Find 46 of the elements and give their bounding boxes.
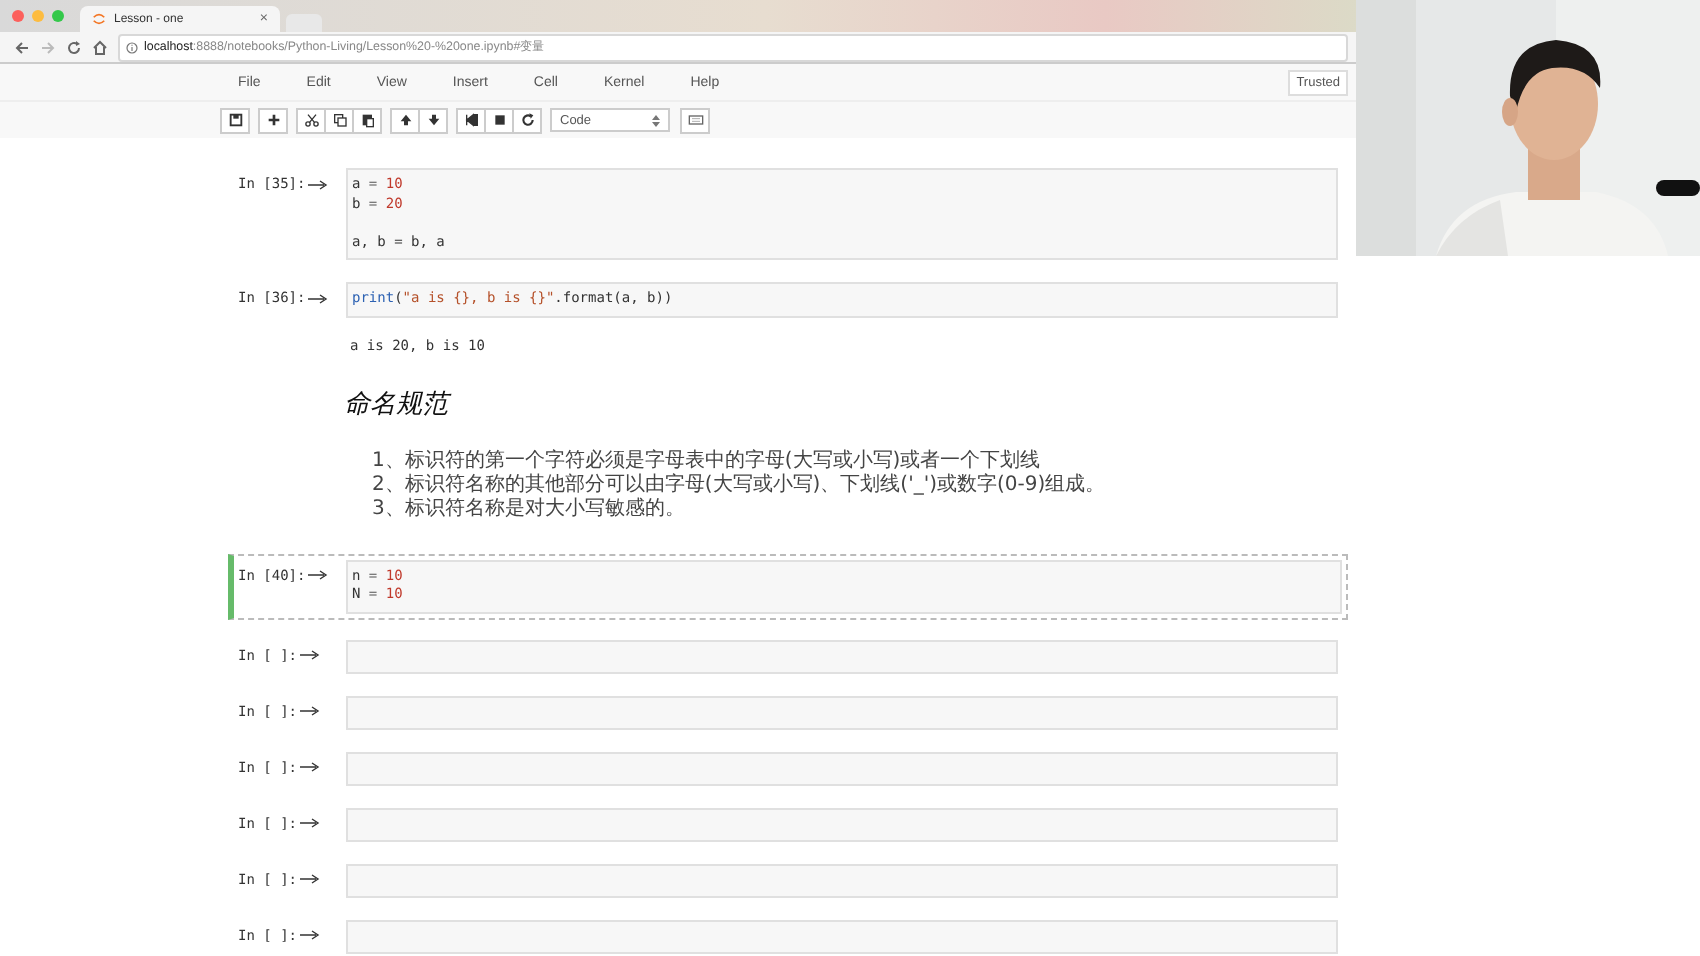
toolbar-button[interactable] xyxy=(456,107,486,133)
code-input[interactable] xyxy=(346,639,1338,673)
arrow-up-icon xyxy=(397,112,413,128)
copy-icon xyxy=(331,112,347,128)
reload-icon[interactable] xyxy=(66,39,82,55)
arrow-icon xyxy=(299,650,320,660)
home-icon[interactable] xyxy=(92,39,108,55)
arrow-icon xyxy=(299,706,320,716)
toolbar-button[interactable] xyxy=(220,107,250,133)
code-input[interactable] xyxy=(346,807,1338,841)
save-icon xyxy=(227,112,243,128)
toolbar-button[interactable] xyxy=(296,107,326,133)
toolbar-button[interactable] xyxy=(418,107,448,133)
updown-icon xyxy=(652,113,660,127)
markdown-heading: 命名规范 xyxy=(342,387,454,423)
arrow-icon xyxy=(299,762,320,772)
plus-icon xyxy=(265,112,281,128)
arrow-down-icon xyxy=(425,112,441,128)
toolbar-button[interactable] xyxy=(484,107,514,133)
list-item: 1、标识符的第一个字符必须是字母表中的字母(大写或小写)或者一个下划线 xyxy=(372,449,1043,473)
jupyter-logo-icon xyxy=(92,12,106,26)
code-input[interactable] xyxy=(346,863,1338,897)
toolbar-button[interactable] xyxy=(512,107,542,133)
scissors-icon xyxy=(303,112,319,128)
keyboard-icon xyxy=(687,112,703,128)
code-input[interactable] xyxy=(346,751,1338,785)
code-input[interactable] xyxy=(346,919,1338,953)
restart-icon xyxy=(519,112,535,128)
list-item: 2、标识符名称的其他部分可以由字母(大写或小写)、下划线('_')或数字(0-9)组成。 xyxy=(372,473,1108,497)
arrow-icon xyxy=(307,570,328,580)
arrow-icon xyxy=(299,818,320,828)
paste-icon xyxy=(359,112,375,128)
arrow-icon xyxy=(299,930,320,940)
toolbar-button[interactable] xyxy=(258,107,288,133)
info-icon xyxy=(126,41,138,53)
arrow-icon xyxy=(307,293,328,303)
toolbar-button[interactable] xyxy=(390,107,420,133)
toolbar-button[interactable] xyxy=(352,107,382,133)
toolbar-button[interactable] xyxy=(324,107,354,133)
step-icon xyxy=(463,112,479,128)
arrow-icon xyxy=(307,179,328,189)
arrow-icon xyxy=(299,874,320,884)
code-input[interactable] xyxy=(346,695,1338,729)
list-item: 3、标识符名称是对大小写敏感的。 xyxy=(372,497,687,521)
back-icon[interactable] xyxy=(14,39,30,55)
stop-icon xyxy=(491,112,507,128)
